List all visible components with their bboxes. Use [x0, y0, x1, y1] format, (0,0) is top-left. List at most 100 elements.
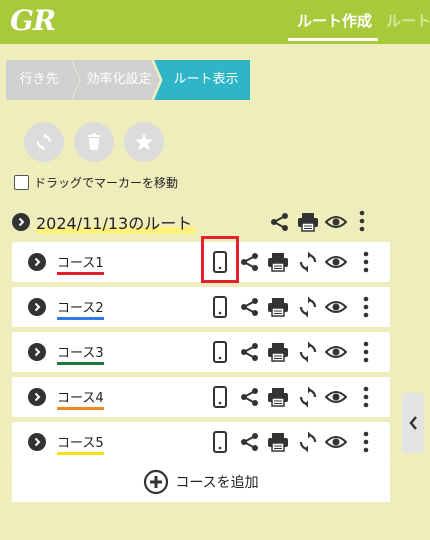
course-more-button[interactable]: [363, 386, 369, 408]
route-title: 2024/11/13のルート: [36, 210, 196, 234]
course-mobile-button[interactable]: [213, 341, 227, 363]
delete-button[interactable]: [74, 122, 114, 162]
course-view-button[interactable]: [325, 342, 347, 362]
share-icon: [241, 343, 258, 361]
course-row[interactable]: コース2: [12, 287, 390, 327]
course-reoptimize-button[interactable]: [298, 251, 318, 273]
course-row[interactable]: コース5: [12, 422, 390, 462]
course-mobile-button[interactable]: [213, 296, 227, 318]
course-mobile-button[interactable]: [213, 431, 227, 453]
course-print-button[interactable]: [267, 341, 289, 363]
course-print-button[interactable]: [267, 296, 289, 318]
course-share-button[interactable]: [240, 387, 260, 407]
top-bar: GR ルート作成 ルート: [0, 0, 430, 44]
more-vertical-icon: [363, 296, 369, 318]
course-view-button[interactable]: [325, 387, 347, 407]
refresh-icon: [299, 296, 317, 318]
step-route-display[interactable]: ルート表示: [154, 60, 250, 100]
course-label[interactable]: コース5: [57, 432, 104, 455]
smartphone-icon: [213, 341, 227, 363]
active-tab-indicator: [288, 38, 378, 41]
plus-circle-icon: [144, 469, 169, 495]
tab-route-next[interactable]: ルート: [386, 10, 430, 31]
course-share-button[interactable]: [240, 432, 260, 452]
printer-icon: [268, 433, 288, 452]
course-share-button[interactable]: [240, 342, 260, 362]
route-more-button[interactable]: [359, 210, 365, 232]
course-mobile-button[interactable]: [213, 386, 227, 408]
refresh-button[interactable]: [24, 122, 64, 162]
step-optimization[interactable]: 効率化設定: [72, 60, 160, 100]
course-share-button[interactable]: [240, 252, 260, 272]
add-course-label: コースを追加: [175, 475, 259, 491]
more-vertical-icon: [363, 341, 369, 363]
course-more-button[interactable]: [363, 431, 369, 453]
step-destination[interactable]: 行き先: [6, 60, 80, 100]
route-view-button[interactable]: [325, 212, 347, 232]
course-label[interactable]: コース1: [57, 252, 104, 275]
chevron-right-icon: [34, 257, 41, 267]
printer-icon: [268, 388, 288, 407]
course-expand-button[interactable]: [28, 298, 46, 316]
refresh-icon: [299, 386, 317, 408]
smartphone-icon: [213, 386, 227, 408]
course-more-button[interactable]: [363, 296, 369, 318]
course-share-button[interactable]: [240, 297, 260, 317]
course-more-button[interactable]: [363, 251, 369, 273]
route-share-button[interactable]: [270, 212, 290, 232]
eye-icon: [325, 346, 347, 358]
course-expand-button[interactable]: [28, 253, 46, 271]
route-expand-button[interactable]: [12, 213, 30, 231]
smartphone-icon: [213, 431, 227, 453]
add-course-button[interactable]: コースを追加: [12, 462, 390, 502]
chevron-right-icon: [18, 217, 25, 227]
course-row[interactable]: コース4: [12, 377, 390, 417]
printer-icon: [268, 343, 288, 362]
course-view-button[interactable]: [325, 252, 347, 272]
drag-marker-option[interactable]: ドラッグでマーカーを移動: [14, 174, 178, 191]
chevron-right-icon: [34, 437, 41, 447]
panel-collapse-toggle[interactable]: [402, 393, 424, 453]
favorite-button[interactable]: [124, 122, 164, 162]
eye-icon: [325, 436, 347, 448]
refresh-icon: [37, 133, 51, 151]
eye-icon: [325, 256, 347, 268]
step-breadcrumb: 行き先 効率化設定 ルート表示: [6, 60, 250, 100]
smartphone-icon: [213, 296, 227, 318]
course-reoptimize-button[interactable]: [298, 386, 318, 408]
course-expand-button[interactable]: [28, 343, 46, 361]
share-icon: [241, 433, 258, 451]
drag-marker-checkbox[interactable]: [14, 175, 29, 190]
trash-icon: [88, 133, 100, 150]
more-vertical-icon: [363, 386, 369, 408]
printer-icon: [298, 213, 318, 232]
course-label[interactable]: コース4: [57, 387, 104, 410]
printer-icon: [268, 298, 288, 317]
course-view-button[interactable]: [325, 297, 347, 317]
course-view-button[interactable]: [325, 432, 347, 452]
course-label[interactable]: コース3: [57, 342, 104, 365]
chevron-right-icon: [34, 302, 41, 312]
course-more-button[interactable]: [363, 341, 369, 363]
course-reoptimize-button[interactable]: [298, 296, 318, 318]
course-row[interactable]: コース3: [12, 332, 390, 372]
course-print-button[interactable]: [267, 431, 289, 453]
chevron-right-icon: [34, 347, 41, 357]
route-header: 2024/11/13のルート: [12, 208, 392, 236]
course-print-button[interactable]: [267, 386, 289, 408]
more-vertical-icon: [363, 251, 369, 273]
course-print-button[interactable]: [267, 251, 289, 273]
eye-icon: [325, 301, 347, 313]
course-reoptimize-button[interactable]: [298, 341, 318, 363]
course-reoptimize-button[interactable]: [298, 431, 318, 453]
course-expand-button[interactable]: [28, 433, 46, 451]
course-label[interactable]: コース2: [57, 297, 104, 320]
more-vertical-icon: [363, 431, 369, 453]
share-icon: [271, 213, 288, 231]
printer-icon: [268, 253, 288, 272]
course-expand-button[interactable]: [28, 388, 46, 406]
chevron-right-icon: [34, 392, 41, 402]
route-print-button[interactable]: [297, 211, 319, 233]
tab-route-create[interactable]: ルート作成: [297, 10, 372, 31]
share-icon: [241, 388, 258, 406]
